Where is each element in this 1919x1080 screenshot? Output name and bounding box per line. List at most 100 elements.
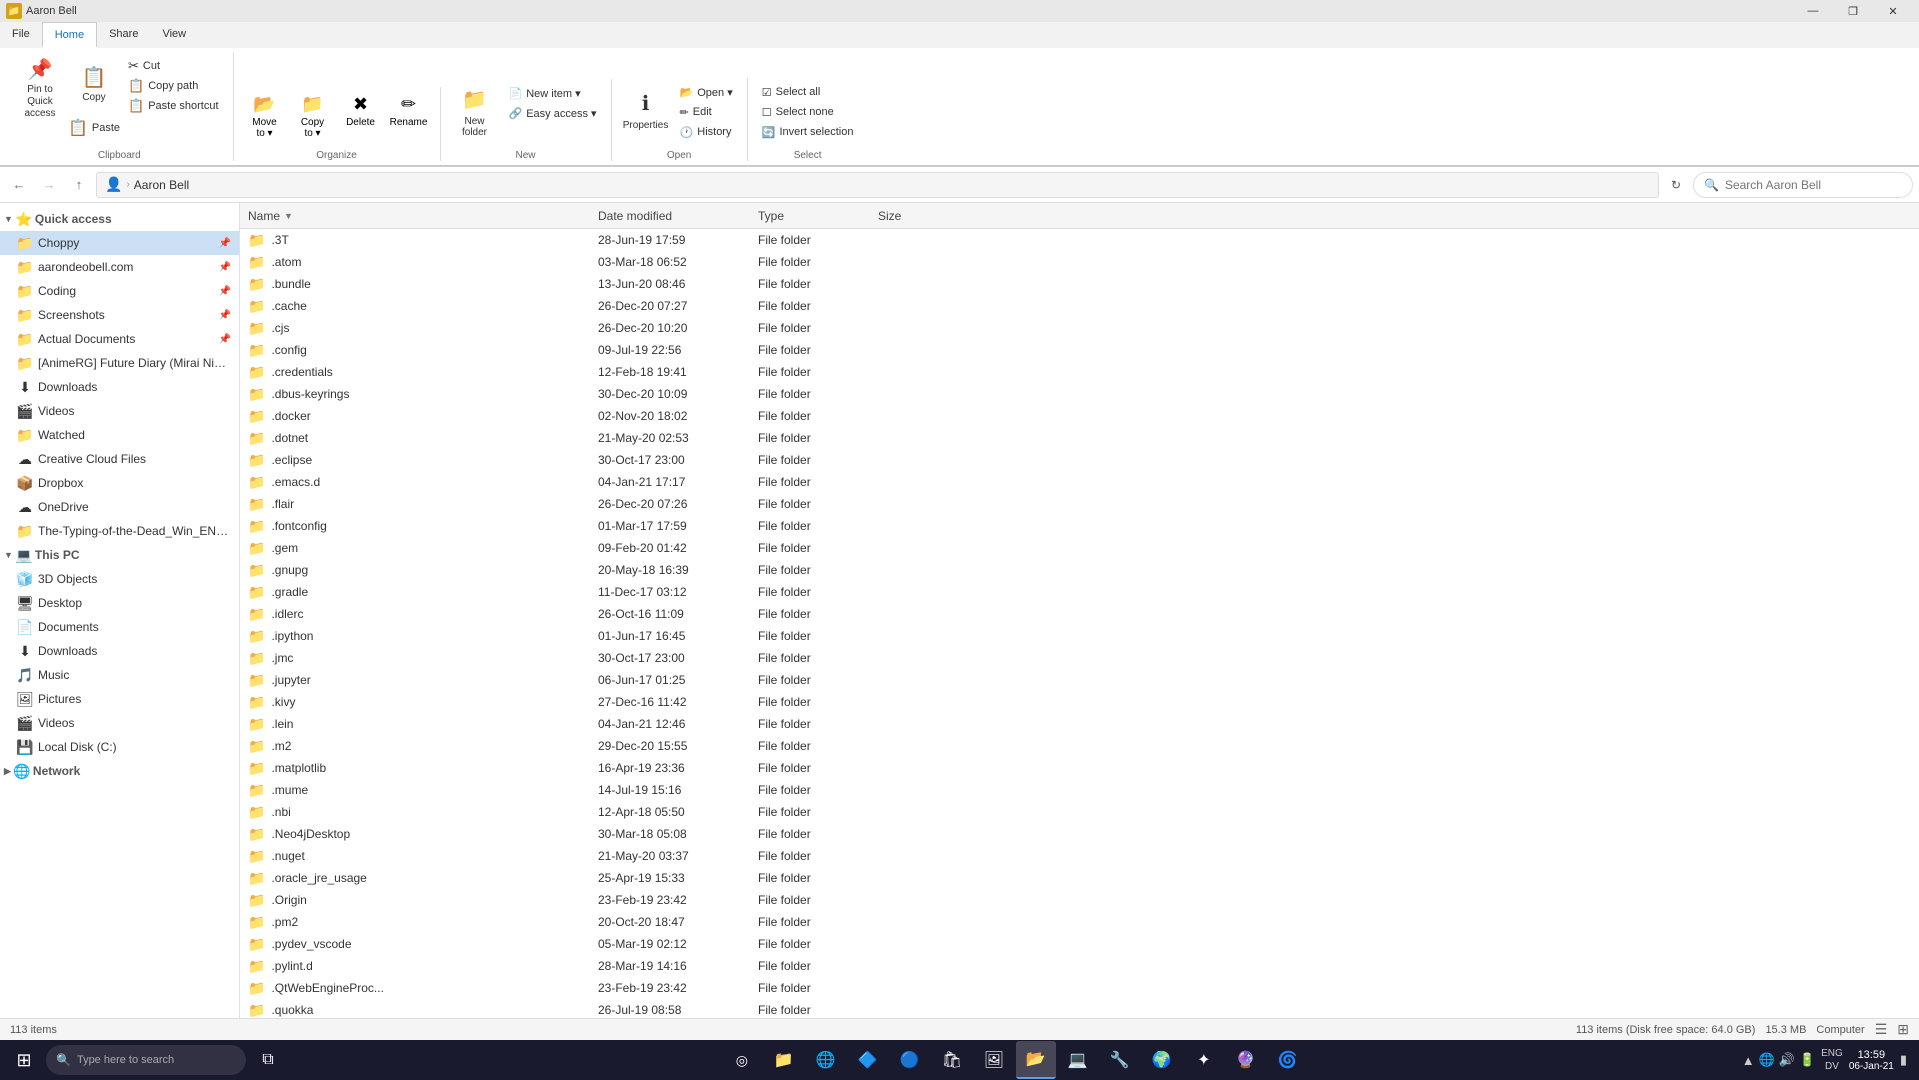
sidebar-item-coding[interactable]: 📁 Coding 📌 (0, 279, 239, 303)
file-row[interactable]: 📁 .jupyter 06-Jun-17 01:25 File folder (240, 669, 1919, 691)
file-row[interactable]: 📁 .matplotlib 16-Apr-19 23:36 File folde… (240, 757, 1919, 779)
copy-to-button[interactable]: 📁 Copyto ▾ (290, 91, 336, 142)
file-row[interactable]: 📁 .m2 29-Dec-20 15:55 File folder (240, 735, 1919, 757)
file-row[interactable]: 📁 .nbi 12-Apr-18 05:50 File folder (240, 801, 1919, 823)
file-row[interactable]: 📁 .idlerc 26-Oct-16 11:09 File folder (240, 603, 1919, 625)
tab-share[interactable]: Share (97, 22, 150, 48)
paste-shortcut-button[interactable]: 📋 Paste shortcut (122, 96, 225, 116)
tab-view[interactable]: View (150, 22, 198, 48)
search-input[interactable] (1725, 178, 1902, 192)
copy-path-button[interactable]: 📋 Copy path (122, 76, 225, 96)
file-row[interactable]: 📁 .fontconfig 01-Mar-17 17:59 File folde… (240, 515, 1919, 537)
taskbar-terminal-button[interactable]: 💻 (1058, 1041, 1098, 1079)
battery-icon[interactable]: 🔋 (1799, 1052, 1815, 1068)
tab-home[interactable]: Home (42, 22, 97, 48)
network-header[interactable]: ▶ 🌐 Network (0, 759, 239, 783)
select-all-button[interactable]: ☑ Select all (756, 82, 860, 102)
file-row[interactable]: 📁 .mume 14-Jul-19 15:16 File folder (240, 779, 1919, 801)
file-row[interactable]: 📁 .bundle 13-Jun-20 08:46 File folder (240, 273, 1919, 295)
delete-button[interactable]: ✖ Delete (338, 91, 384, 131)
file-row[interactable]: 📁 .cache 26-Dec-20 07:27 File folder (240, 295, 1919, 317)
sidebar-item-3dobjects[interactable]: 🧊 3D Objects (0, 567, 239, 591)
file-row[interactable]: 📁 .config 09-Jul-19 22:56 File folder (240, 339, 1919, 361)
large-icons-view-button[interactable]: ⊞ (1897, 1021, 1909, 1038)
file-row[interactable]: 📁 .dbus-keyrings 30-Dec-20 10:09 File fo… (240, 383, 1919, 405)
file-row[interactable]: 📁 .eclipse 30-Oct-17 23:00 File folder (240, 449, 1919, 471)
file-row[interactable]: 📁 .gnupg 20-May-18 16:39 File folder (240, 559, 1919, 581)
taskbar-photos-button[interactable]: 🖼 (974, 1041, 1014, 1079)
invert-selection-button[interactable]: 🔄 Invert selection (756, 122, 860, 142)
paste-button[interactable]: 📋 Paste (68, 114, 120, 142)
cortana-button[interactable]: ◎ (722, 1041, 762, 1079)
file-row[interactable]: 📁 .atom 03-Mar-18 06:52 File folder (240, 251, 1919, 273)
sidebar-item-watched[interactable]: 📁 Watched (0, 423, 239, 447)
sidebar-item-documents[interactable]: 📄 Documents (0, 615, 239, 639)
address-path[interactable]: 👤 › Aaron Bell (96, 172, 1659, 198)
taskbar-explorer-button[interactable]: 📁 (764, 1041, 804, 1079)
file-row[interactable]: 📁 .gem 09-Feb-20 01:42 File folder (240, 537, 1919, 559)
sidebar-item-screenshots[interactable]: 📁 Screenshots 📌 (0, 303, 239, 327)
file-row[interactable]: 📁 .docker 02-Nov-20 18:02 File folder (240, 405, 1919, 427)
maximize-button[interactable]: ❐ (1833, 0, 1873, 22)
file-row[interactable]: 📁 .dotnet 21-May-20 02:53 File folder (240, 427, 1919, 449)
sidebar-item-aarondeobell[interactable]: 📁 aarondeobell.com 📌 (0, 255, 239, 279)
sidebar-item-downloads[interactable]: ⬇ Downloads (0, 375, 239, 399)
pin-to-quick-access-button[interactable]: 📌 Pin to Quickaccess (14, 56, 66, 124)
sidebar-item-pictures[interactable]: 🖼 Pictures (0, 687, 239, 711)
sidebar-item-actual-documents[interactable]: 📁 Actual Documents 📌 (0, 327, 239, 351)
file-row[interactable]: 📁 .ipython 01-Jun-17 16:45 File folder (240, 625, 1919, 647)
rename-button[interactable]: ✏ Rename (386, 91, 432, 131)
file-row[interactable]: 📁 .emacs.d 04-Jan-21 17:17 File folder (240, 471, 1919, 493)
file-row[interactable]: 📁 .kivy 27-Dec-16 11:42 File folder (240, 691, 1919, 713)
copy-button[interactable]: 📋 Copy (68, 56, 120, 114)
file-row[interactable]: 📁 .gradle 11-Dec-17 03:12 File folder (240, 581, 1919, 603)
show-desktop-button[interactable]: ▮ (1900, 1052, 1907, 1068)
taskbar-store-button[interactable]: 🛍 (932, 1041, 972, 1079)
sidebar-item-videos[interactable]: 🎬 Videos (0, 399, 239, 423)
open-button[interactable]: 📂 Open ▾ (674, 82, 739, 102)
properties-button[interactable]: ℹ Properties (620, 82, 672, 140)
new-folder-button[interactable]: 📁 Newfolder (449, 83, 501, 142)
taskbar-up-arrow[interactable]: ▲ (1742, 1053, 1755, 1068)
move-to-button[interactable]: 📂 Moveto ▾ (242, 91, 288, 142)
file-row[interactable]: 📁 .pylint.d 28-Mar-19 14:16 File folder (240, 955, 1919, 977)
file-row[interactable]: 📁 .lein 04-Jan-21 12:46 File folder (240, 713, 1919, 735)
cut-button[interactable]: ✂ Cut (122, 56, 225, 76)
close-button[interactable]: ✕ (1873, 0, 1913, 22)
history-button[interactable]: 🕐 History (674, 122, 739, 142)
taskbar-ie-button[interactable]: 🔵 (890, 1041, 930, 1079)
file-row[interactable]: 📁 .pydev_vscode 05-Mar-19 02:12 File fol… (240, 933, 1919, 955)
minimize-button[interactable]: — (1793, 0, 1833, 22)
volume-icon[interactable]: 🔊 (1779, 1052, 1795, 1068)
file-row[interactable]: 📁 .QtWebEngineProc... 23-Feb-19 23:42 Fi… (240, 977, 1919, 999)
sidebar-item-creative-cloud[interactable]: ☁ Creative Cloud Files (0, 447, 239, 471)
sidebar-item-dropbox[interactable]: 📦 Dropbox (0, 471, 239, 495)
taskbar-vscode-button[interactable]: ✦ (1184, 1041, 1224, 1079)
taskbar-extra2-button[interactable]: 🌍 (1142, 1041, 1182, 1079)
taskbar-active-button[interactable]: 📂 (1016, 1041, 1056, 1079)
edit-button[interactable]: ✏ Edit (674, 102, 739, 122)
taskbar-extra1-button[interactable]: 🔧 (1100, 1041, 1140, 1079)
file-row[interactable]: 📁 .3T 28-Jun-19 17:59 File folder (240, 229, 1919, 251)
file-row[interactable]: 📁 .Neo4jDesktop 30-Mar-18 05:08 File fol… (240, 823, 1919, 845)
refresh-button[interactable]: ↻ (1663, 172, 1689, 198)
file-row[interactable]: 📁 .nuget 21-May-20 03:37 File folder (240, 845, 1919, 867)
file-row[interactable]: 📁 .oracle_jre_usage 25-Apr-19 15:33 File… (240, 867, 1919, 889)
this-pc-header[interactable]: ▼ 💻 This PC (0, 543, 239, 567)
sidebar-item-desktop[interactable]: 🖥 Desktop (0, 591, 239, 615)
tab-file[interactable]: File (0, 22, 42, 48)
col-header-type[interactable]: Type (754, 209, 874, 223)
task-view-button[interactable]: ⧉ (248, 1041, 288, 1079)
file-row[interactable]: 📁 .pm2 20-Oct-20 18:47 File folder (240, 911, 1919, 933)
taskbar-search[interactable]: 🔍 Type here to search (46, 1045, 246, 1075)
file-row[interactable]: 📁 .flair 26-Dec-20 07:26 File folder (240, 493, 1919, 515)
quick-access-header[interactable]: ▼ ⭐ Quick access (0, 207, 239, 231)
col-header-size[interactable]: Size (874, 209, 974, 223)
taskbar-extra3-button[interactable]: 🔮 (1226, 1041, 1266, 1079)
col-header-date[interactable]: Date modified (594, 209, 754, 223)
sidebar-item-local-disk[interactable]: 💾 Local Disk (C:) (0, 735, 239, 759)
easy-access-button[interactable]: 🔗 Easy access ▾ (503, 103, 603, 123)
taskbar-browser2-button[interactable]: 🌀 (1268, 1041, 1308, 1079)
taskbar-edge-button[interactable]: 🔷 (848, 1041, 888, 1079)
sidebar-item-downloads2[interactable]: ⬇ Downloads (0, 639, 239, 663)
